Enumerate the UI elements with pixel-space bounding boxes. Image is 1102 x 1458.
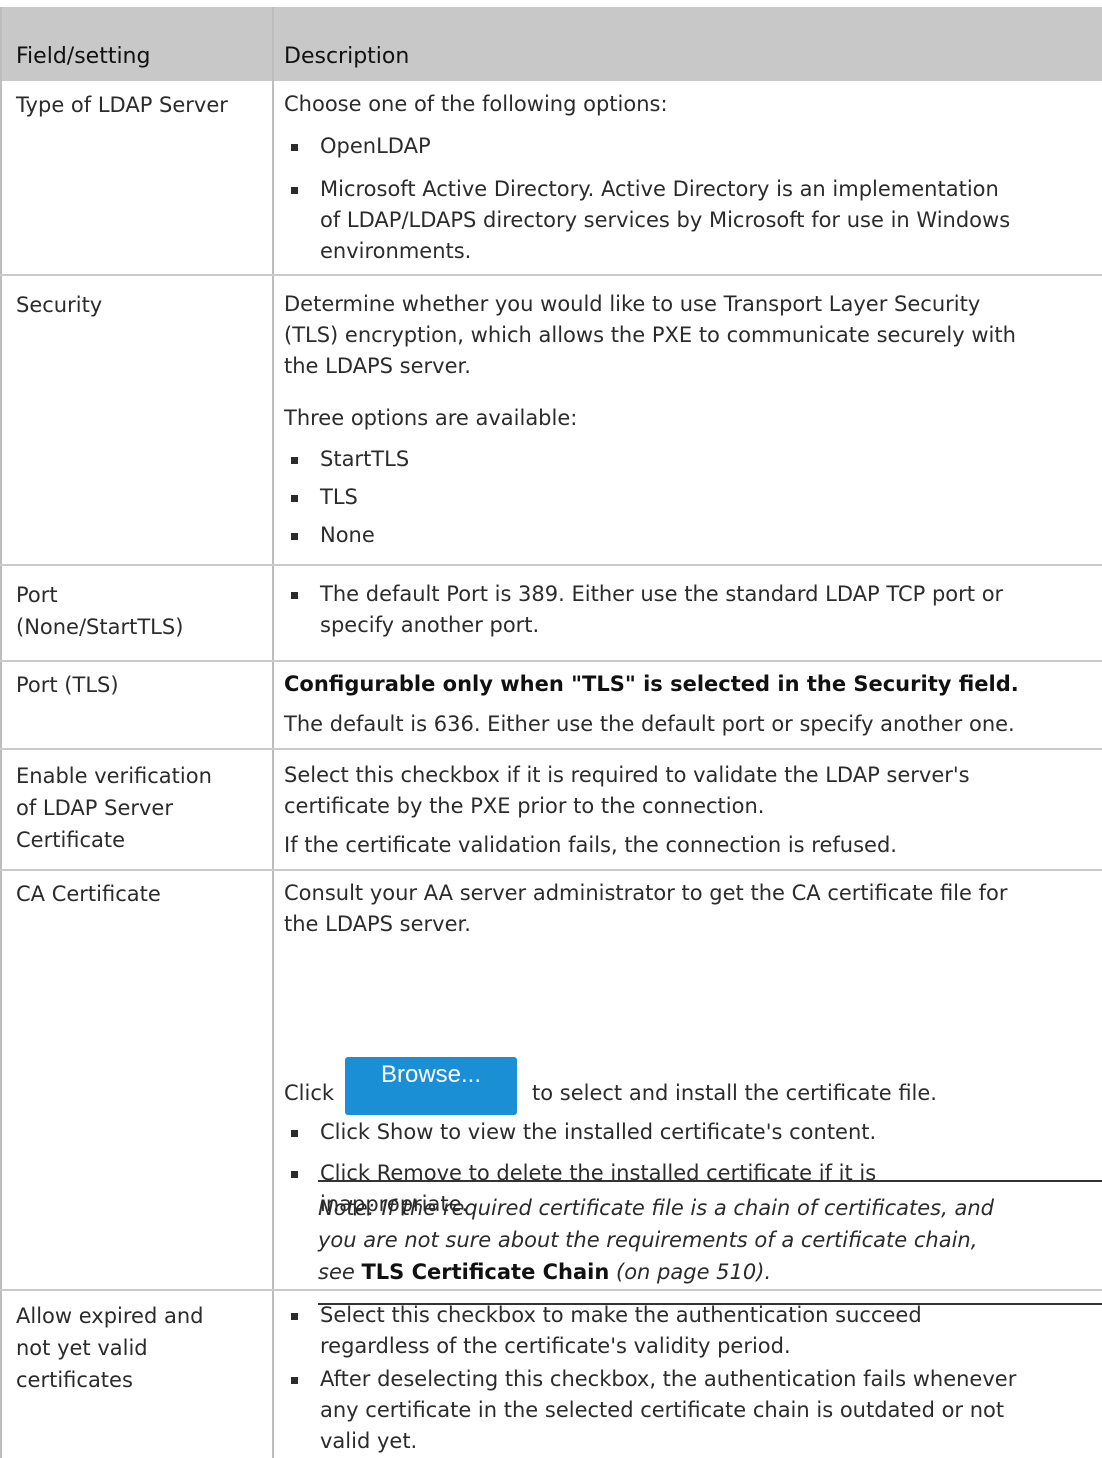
field-label: Security	[16, 293, 103, 317]
bullet-icon	[291, 144, 298, 151]
bullet-icon	[291, 187, 298, 194]
browse-button[interactable]: Browse...	[345, 1057, 517, 1115]
bullet-icon	[291, 1313, 298, 1320]
column-header-field: Field/setting	[16, 44, 151, 69]
bullet-icon	[291, 1171, 298, 1178]
field-label: CA Certificate	[16, 882, 161, 906]
field-label: Enable verification of LDAP Server Certi…	[16, 764, 212, 852]
description-text: If the certificate validation fails, the…	[284, 833, 897, 857]
row-divider	[0, 660, 1102, 662]
field-label: Allow expired and not yet valid certific…	[16, 1304, 204, 1392]
description-text: Determine whether you would like to use …	[284, 292, 1016, 378]
row-divider	[0, 748, 1102, 750]
table-left-border	[0, 7, 2, 1458]
row-divider	[0, 564, 1102, 566]
field-label: Type of LDAP Server	[16, 93, 228, 117]
table-header-row	[0, 7, 1102, 81]
note-text: Note: If the required certificate file i…	[318, 1196, 994, 1284]
description-text: Three options are available:	[284, 406, 578, 430]
bullet-icon	[291, 1130, 298, 1137]
description-text: Select this checkbox if it is required t…	[284, 763, 970, 818]
click-text: Click	[284, 1081, 335, 1105]
row-divider	[0, 869, 1102, 871]
click-instruction: to select and install the certificate fi…	[532, 1081, 937, 1105]
bullet-icon	[291, 592, 298, 599]
description-text: Consult your AA server administrator to …	[284, 881, 1008, 936]
column-header-description: Description	[284, 44, 410, 69]
bullet-icon	[291, 495, 298, 502]
bullet-icon	[291, 457, 298, 464]
description-text: Choose one of the following options:	[284, 92, 668, 116]
field-label: Port (TLS)	[16, 673, 119, 697]
bullet-icon	[291, 533, 298, 540]
settings-table: Field/setting Description Type of LDAP S…	[0, 0, 1102, 1458]
field-label: Port (None/StartTLS)	[16, 583, 184, 639]
description-text: The default is 636. Either use the defau…	[284, 712, 1015, 736]
note-box: Note: If the required certificate file i…	[318, 1180, 1102, 1305]
column-divider	[272, 7, 274, 1458]
row-divider	[0, 274, 1102, 276]
note-heading: Configurable only when "TLS" is selected…	[284, 672, 1019, 696]
certificate-chain-link[interactable]: TLS Certificate Chain	[361, 1260, 609, 1284]
bullet-icon	[291, 1377, 298, 1384]
